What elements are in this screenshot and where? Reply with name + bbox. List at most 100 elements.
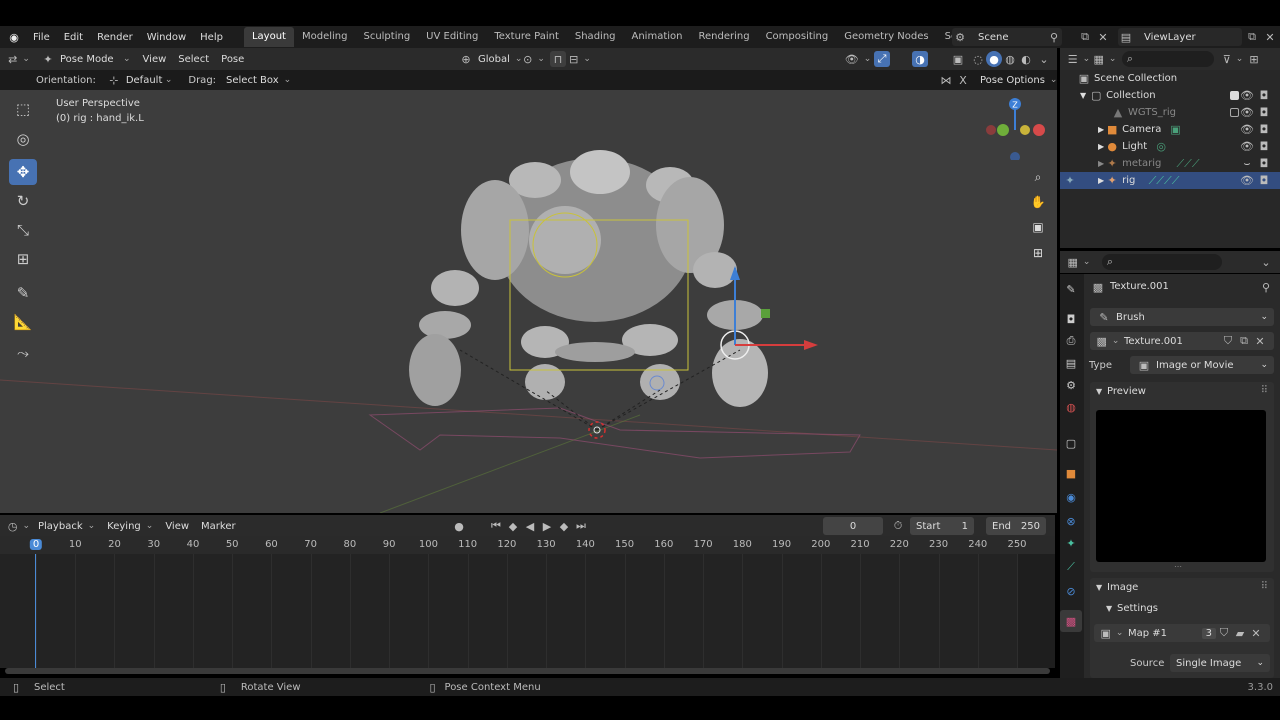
play-reverse-icon[interactable]: ◀: [522, 518, 538, 534]
tab-modeling[interactable]: Modeling: [294, 27, 356, 47]
mirror-icon[interactable]: ⋈: [938, 72, 954, 88]
move-tool[interactable]: ✥: [9, 159, 37, 185]
outliner-row-wgts[interactable]: ▲ WGTS_rig 👁 ◘: [1060, 104, 1280, 121]
snap-icon[interactable]: ⊓: [550, 51, 566, 67]
scene-tab-icon[interactable]: ⚙: [1060, 374, 1082, 396]
duplicate-icon[interactable]: ⧉: [1236, 333, 1252, 349]
menu-file[interactable]: File: [26, 32, 57, 43]
camera-data-icon[interactable]: ▣: [1167, 122, 1183, 138]
tab-uv-editing[interactable]: UV Editing: [418, 27, 486, 47]
properties-search-input[interactable]: ⌕: [1102, 254, 1222, 270]
menu-playback[interactable]: Playback: [32, 517, 101, 535]
annotate-tool[interactable]: ✎: [9, 280, 37, 306]
delete-view-layer-icon[interactable]: ✕: [1262, 29, 1278, 45]
scene-selector[interactable]: ⚙ Scene ⚲: [952, 28, 1062, 46]
drag-handle-icon[interactable]: ⠿: [1261, 581, 1268, 592]
camera-render-icon[interactable]: ◘: [1256, 156, 1272, 172]
resize-handle-icon[interactable]: ⋯: [1174, 562, 1182, 571]
image-browse-icon[interactable]: ▣: [1100, 625, 1124, 641]
options-chevron-icon[interactable]: ⌄: [1258, 254, 1274, 270]
settings-subpanel-title[interactable]: Settings: [1117, 603, 1158, 614]
editor-type-icon[interactable]: ⇄: [6, 51, 32, 67]
scene-collection-row[interactable]: ▣ Scene Collection: [1060, 70, 1280, 87]
end-frame-field[interactable]: End 250: [986, 517, 1046, 535]
physics-tab-icon[interactable]: ◉: [1060, 486, 1082, 508]
camera-render-icon[interactable]: ◘: [1256, 88, 1272, 104]
tool-tab-icon[interactable]: ✎: [1060, 278, 1082, 300]
stopwatch-icon[interactable]: ⏱: [890, 518, 906, 534]
bone-data-icon[interactable]: ⟋⟋⟋: [1176, 156, 1199, 172]
pin-icon[interactable]: ⚲: [1046, 29, 1062, 45]
pin-icon[interactable]: ⚲: [1258, 279, 1274, 295]
menu-view[interactable]: View: [137, 50, 173, 68]
eye-icon[interactable]: 👁: [1239, 105, 1255, 121]
menu-window[interactable]: Window: [140, 32, 193, 43]
measure-tool[interactable]: 📐: [9, 309, 37, 335]
eye-icon[interactable]: 👁: [1239, 88, 1255, 104]
collection-tab-icon[interactable]: ▢: [1060, 432, 1082, 454]
menu-pose[interactable]: Pose: [215, 50, 250, 68]
panel-collapse-icon[interactable]: ▼: [1096, 387, 1102, 396]
texture-datablock[interactable]: ▩ Texture.001 ⛉ ⧉ ✕: [1090, 332, 1274, 350]
navigation-gizmo[interactable]: Z: [980, 90, 1050, 160]
shading-options-icon[interactable]: ⌄: [1036, 51, 1052, 67]
visibility-icon[interactable]: 👁: [845, 51, 870, 67]
outliner-row-light[interactable]: ▶ ● Light ◎ 👁 ◘: [1060, 138, 1280, 155]
image-panel-title[interactable]: Image: [1107, 582, 1138, 593]
world-tab-icon[interactable]: ◍: [1060, 396, 1082, 418]
menu-help[interactable]: Help: [193, 32, 230, 43]
texture-browse-icon[interactable]: ▩: [1096, 333, 1120, 349]
fake-user-shield-icon[interactable]: ⛉: [1216, 625, 1232, 641]
timeline-ruler[interactable]: 0 10 20 30 40 50 60 70 80 90 100 110 120 130 140 150 160…: [0, 536, 1055, 554]
outliner-row-rig[interactable]: ✦ ▶ ✦ rig ⟋⟋⟋⟋ 👁 ◘: [1060, 172, 1280, 189]
unlink-icon[interactable]: ✕: [1252, 333, 1268, 349]
timeline-area[interactable]: [0, 554, 1055, 674]
material-shading-icon[interactable]: ◍: [1002, 51, 1018, 67]
exclude-checkbox[interactable]: [1230, 91, 1239, 100]
select-box-tool[interactable]: ⬚: [9, 96, 37, 122]
3d-viewport[interactable]: User Perspective (0) rig : hand_ik.L ⬚ ◎…: [0, 90, 1057, 513]
eye-icon[interactable]: 👁: [1239, 173, 1255, 189]
drag-dropdown[interactable]: Select Box: [220, 71, 297, 89]
outliner-search-input[interactable]: ⌕: [1122, 51, 1214, 67]
pivot-icon[interactable]: ⊙: [522, 51, 546, 67]
tab-geometry-nodes[interactable]: Geometry Nodes: [836, 27, 936, 47]
outliner-row-camera[interactable]: ▶ ■ Camera ▣ 👁 ◘: [1060, 121, 1280, 138]
bone-constraint-tab-icon[interactable]: ⊘: [1060, 580, 1082, 602]
delete-scene-icon[interactable]: ✕: [1095, 29, 1111, 45]
bone-roll-tool[interactable]: ⤳: [9, 340, 37, 366]
tab-layout[interactable]: Layout: [243, 27, 294, 47]
camera-render-icon[interactable]: ◘: [1256, 139, 1272, 155]
new-scene-icon[interactable]: ⧉: [1077, 29, 1093, 45]
unlink-icon[interactable]: ✕: [1248, 625, 1264, 641]
scale-tool[interactable]: ⤡: [9, 217, 37, 243]
menu-select[interactable]: Select: [172, 50, 215, 68]
snap-target-icon[interactable]: ⊟: [568, 51, 592, 67]
subpanel-collapse-icon[interactable]: ▼: [1106, 604, 1112, 613]
view-layer-tab-icon[interactable]: ▤: [1060, 352, 1082, 374]
tab-compositing[interactable]: Compositing: [758, 27, 837, 47]
bone-data-icon[interactable]: ⟋⟋⟋⟋: [1149, 173, 1180, 189]
properties-editor-icon[interactable]: ▦: [1066, 254, 1092, 270]
source-dropdown[interactable]: Single Image ⌄: [1170, 654, 1270, 672]
camera-view-icon[interactable]: ▣: [1027, 216, 1049, 238]
new-collection-icon[interactable]: ⊞: [1246, 51, 1262, 67]
image-datablock[interactable]: ▣ Map #1 3 ⛉ ▰ ✕: [1094, 624, 1270, 642]
image-users-count[interactable]: 3: [1201, 627, 1216, 639]
eye-closed-icon[interactable]: ⌣: [1239, 156, 1255, 172]
prev-keyframe-icon[interactable]: ◆: [505, 518, 521, 534]
rendered-shading-icon[interactable]: ◐: [1018, 51, 1034, 67]
tab-shading[interactable]: Shading: [567, 27, 624, 47]
timeline-scrollbar[interactable]: [5, 668, 1050, 674]
play-icon[interactable]: ▶: [539, 518, 555, 534]
menu-marker[interactable]: Marker: [195, 517, 242, 535]
constraint-tab-icon[interactable]: ⊗: [1060, 510, 1082, 532]
character-mesh[interactable]: [409, 150, 768, 407]
camera-render-icon[interactable]: ◘: [1256, 173, 1272, 189]
outliner-row-metarig[interactable]: ▶ ✦ metarig ⟋⟋⟋ ⌣ ◘: [1060, 155, 1280, 172]
menu-keying[interactable]: Keying: [101, 517, 159, 535]
texture-tab-icon[interactable]: ▩: [1060, 610, 1082, 632]
timeline-editor-icon[interactable]: ◷: [6, 518, 32, 534]
outliner-row-collection[interactable]: ▼ ▢ Collection 👁 ◘: [1060, 87, 1280, 104]
jump-end-icon[interactable]: ⏭: [573, 518, 589, 534]
